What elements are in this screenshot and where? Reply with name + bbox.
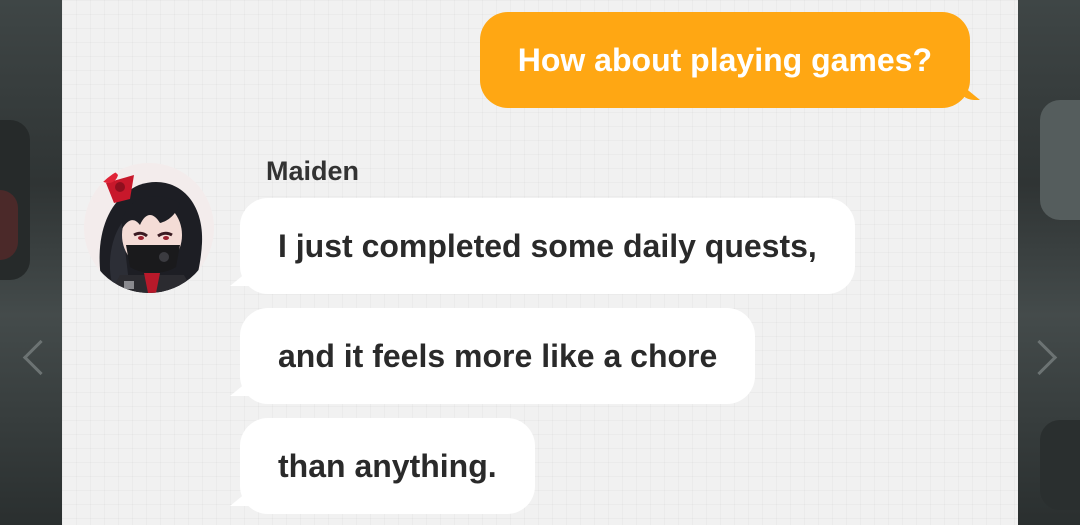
outgoing-message-text: How about playing games? xyxy=(517,42,932,78)
background-decoration xyxy=(1040,100,1080,220)
maiden-avatar-icon[interactable] xyxy=(84,163,214,293)
chevron-right-icon xyxy=(1021,339,1058,376)
game-background-left xyxy=(0,0,62,525)
incoming-message-text: I just completed some daily quests, xyxy=(278,228,817,264)
incoming-message-text: and it feels more like a chore xyxy=(278,338,718,374)
avatar-image xyxy=(84,163,214,293)
incoming-message-text: than anything. xyxy=(278,448,497,484)
outgoing-message-bubble: How about playing games? xyxy=(479,12,970,108)
incoming-message-bubble: I just completed some daily quests, xyxy=(240,198,855,294)
background-decoration xyxy=(0,190,18,260)
chevron-left-icon xyxy=(22,339,59,376)
chat-panel[interactable]: How about playing games? Maiden I just c… xyxy=(62,0,1018,525)
game-background-right xyxy=(1018,0,1080,525)
background-decoration xyxy=(1040,420,1080,510)
incoming-message-bubble: than anything. xyxy=(240,418,535,514)
sender-name: Maiden xyxy=(266,156,360,186)
incoming-message-bubble: and it feels more like a chore xyxy=(240,308,756,404)
